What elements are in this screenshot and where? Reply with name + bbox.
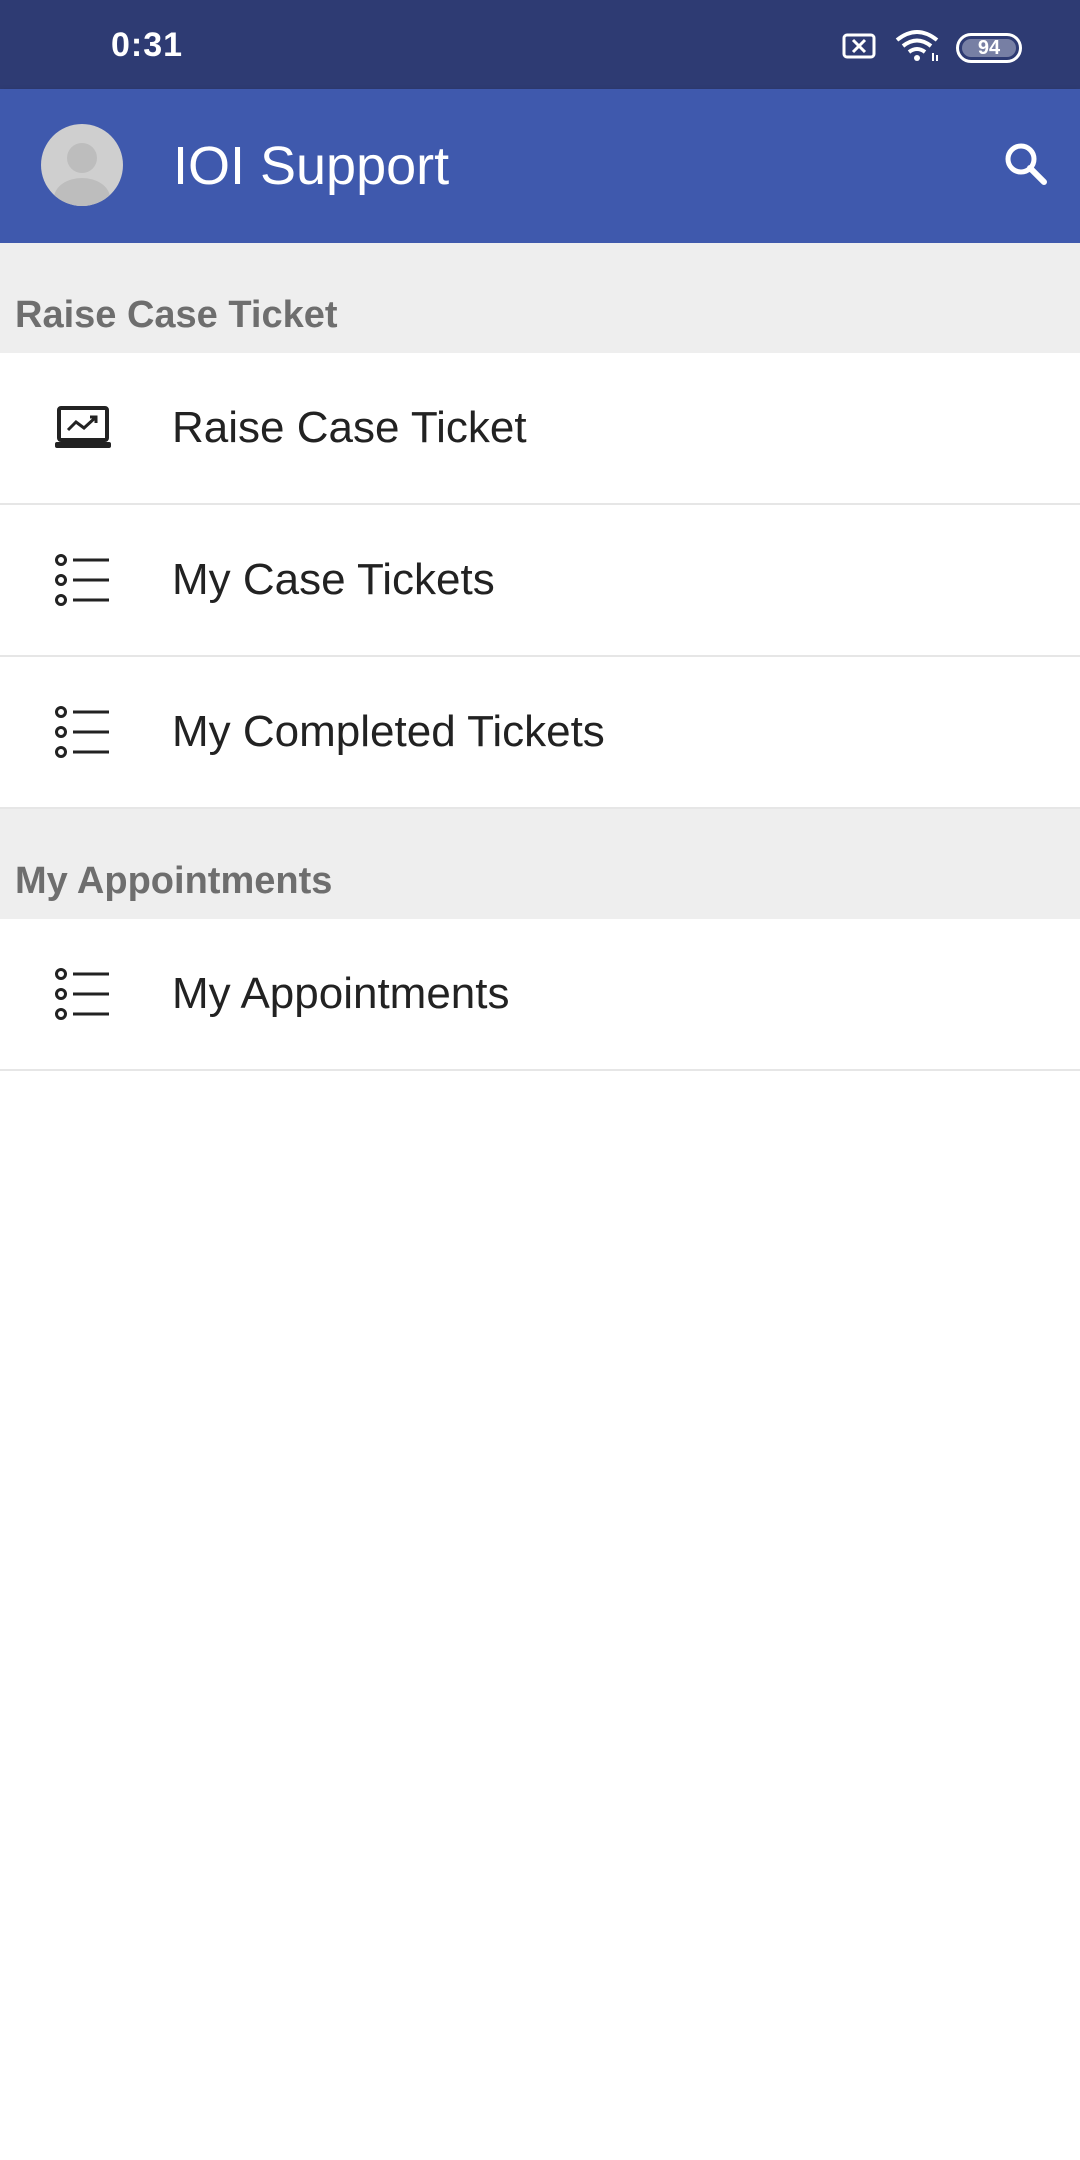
status-bar: 0:31 94 <box>0 0 1080 89</box>
list-item-label: Raise Case Ticket <box>172 403 527 452</box>
page-title: IOI Support <box>173 136 450 196</box>
list-item-raise-case-ticket[interactable]: Raise Case Ticket <box>0 353 1080 505</box>
sim-error-icon <box>842 31 878 66</box>
avatar-icon[interactable] <box>41 124 123 206</box>
list-item-my-completed-tickets[interactable]: My Completed Tickets <box>0 657 1080 809</box>
section-header-raise-case-ticket: Raise Case Ticket <box>0 243 1080 353</box>
section-header-label: Raise Case Ticket <box>15 294 338 336</box>
section-header-label: My Appointments <box>15 860 333 902</box>
app-bar: IOI Support <box>0 89 1080 243</box>
search-button[interactable] <box>992 132 1060 200</box>
status-time: 0:31 <box>111 26 184 64</box>
list-icon <box>55 704 111 760</box>
search-icon <box>1002 140 1050 193</box>
battery-icon: 94 <box>956 33 1022 63</box>
list-item-label: My Appointments <box>172 969 510 1018</box>
list-item-my-case-tickets[interactable]: My Case Tickets <box>0 505 1080 657</box>
section-header-my-appointments: My Appointments <box>0 809 1080 919</box>
status-icons: 94 <box>842 28 1022 68</box>
wifi-icon <box>894 29 940 68</box>
laptop-chart-icon <box>55 400 111 456</box>
list-item-label: My Case Tickets <box>172 555 495 604</box>
list-item-my-appointments[interactable]: My Appointments <box>0 919 1080 1071</box>
list-icon <box>55 552 111 608</box>
battery-level: 94 <box>977 36 1001 59</box>
list-icon <box>55 966 111 1022</box>
list-item-label: My Completed Tickets <box>172 707 605 756</box>
